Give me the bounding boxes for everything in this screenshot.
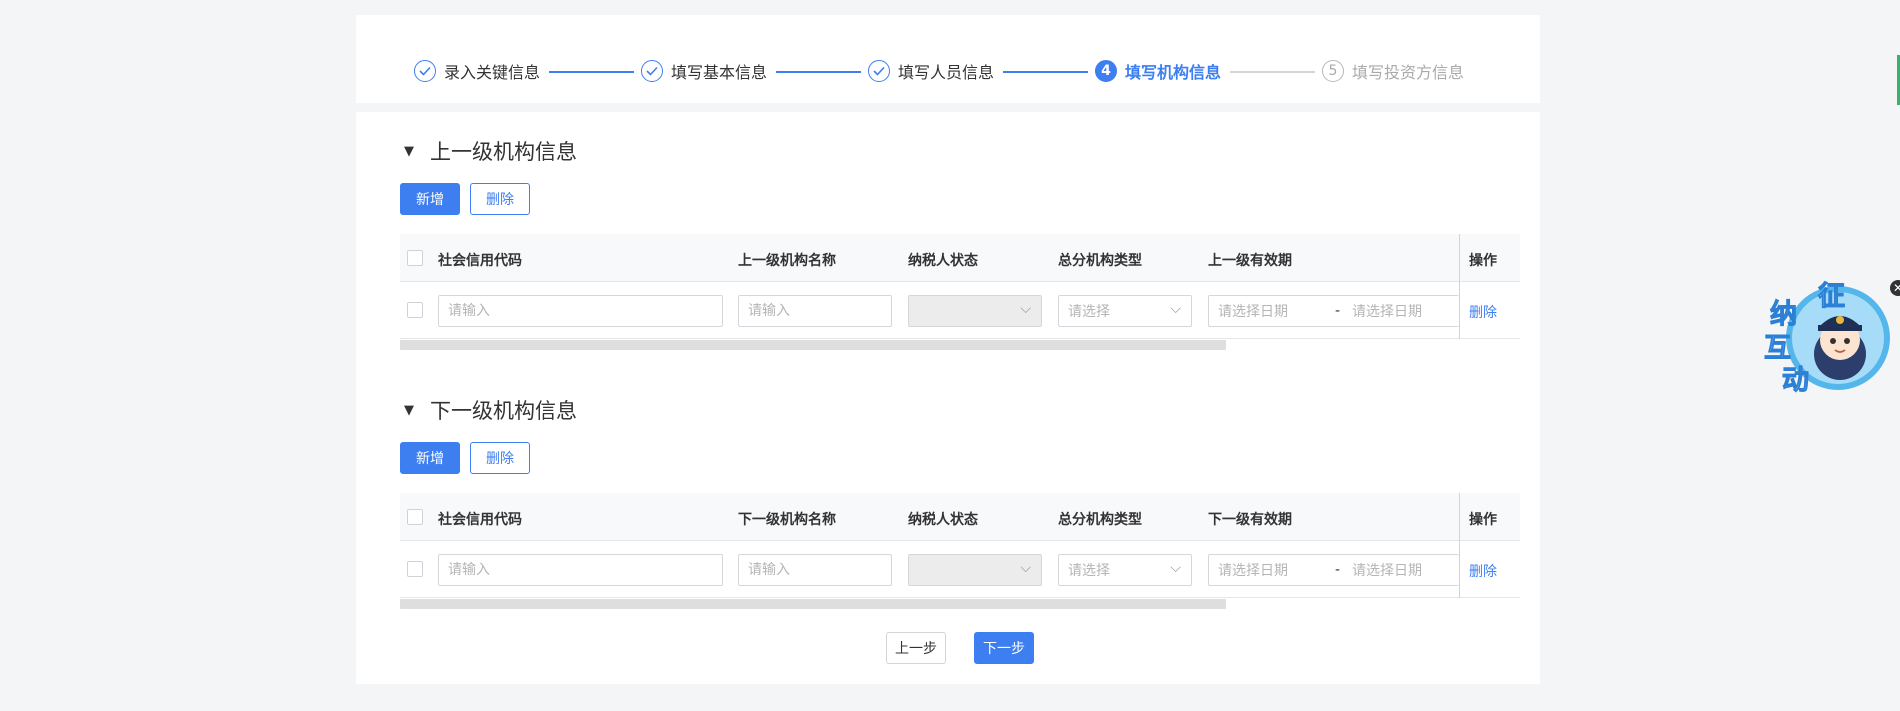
section-title: 上一级机构信息 <box>430 140 577 164</box>
horizontal-scrollbar[interactable] <box>400 599 1226 609</box>
next-step-button[interactable]: 下一步 <box>974 632 1034 664</box>
start-date-field[interactable]: 请选择日期 <box>1218 560 1288 580</box>
chevron-down-icon: ⌵ <box>1170 301 1181 317</box>
lower-section-toggle[interactable]: ▼ 下一级机构信息 <box>404 395 577 425</box>
column-header: 社会信用代码 <box>438 253 522 269</box>
step-label: 填写投资方信息 <box>1352 63 1465 82</box>
upper-section-toggle[interactable]: ▼ 上一级机构信息 <box>404 136 577 166</box>
credit-code-input[interactable] <box>438 295 723 327</box>
check-icon <box>868 60 890 82</box>
delete-lower-button[interactable]: 删除 <box>470 442 530 474</box>
chevron-down-icon: ⌵ <box>1020 560 1031 576</box>
row-delete-link[interactable]: 删除 <box>1469 561 1497 581</box>
check-icon <box>641 60 663 82</box>
horizontal-scrollbar[interactable] <box>400 340 1226 350</box>
validity-date-range[interactable]: 请选择日期 - 请选择日期 <box>1208 554 1459 586</box>
start-date-field[interactable]: 请选择日期 <box>1218 301 1288 321</box>
table-row: ⌵ 请选择 ⌵ 请选择日期 - 请选择日期 删除 <box>400 541 1520 598</box>
column-header: 纳税人状态 <box>908 253 978 269</box>
step-label: 填写人员信息 <box>898 63 995 82</box>
validity-date-range[interactable]: 请选择日期 - 请选择日期 <box>1208 295 1459 327</box>
column-header: 总分机构类型 <box>1058 512 1142 528</box>
assistant-badge[interactable]: 征 纳 互 动 <box>1760 270 1890 400</box>
row-checkbox[interactable] <box>407 302 423 318</box>
section-title: 下一级机构信息 <box>430 399 577 423</box>
fixed-column-divider <box>1459 234 1460 339</box>
assistant-char: 动 <box>1782 365 1810 397</box>
table-header: 社会信用代码 上一级机构名称 纳税人状态 总分机构类型 上一级有效期 操作 <box>400 234 1520 282</box>
caret-down-icon: ▼ <box>404 402 414 418</box>
step-4-active: 4 填写机构信息 <box>1095 59 1221 83</box>
caret-down-icon: ▼ <box>404 143 414 159</box>
step-1: 录入关键信息 <box>414 59 540 83</box>
select-all-checkbox[interactable] <box>407 509 423 525</box>
step-label: 填写机构信息 <box>1125 63 1222 82</box>
column-header: 操作 <box>1469 253 1497 269</box>
fixed-column-divider <box>1459 493 1460 598</box>
assistant-char: 征 <box>1818 281 1846 313</box>
step-connector <box>549 71 634 73</box>
chevron-down-icon: ⌵ <box>1020 301 1031 317</box>
column-header: 总分机构类型 <box>1058 253 1142 269</box>
step-connector <box>1003 71 1088 73</box>
row-delete-link[interactable]: 删除 <box>1469 302 1497 322</box>
step-connector <box>1230 71 1315 73</box>
org-name-input[interactable] <box>738 554 892 586</box>
column-header: 社会信用代码 <box>438 512 522 528</box>
close-icon[interactable]: ✕ <box>1890 280 1900 296</box>
taxpayer-status-select[interactable]: ⌵ <box>908 295 1042 327</box>
step-number-circle: 4 <box>1095 60 1117 82</box>
step-2: 填写基本信息 <box>641 59 767 83</box>
end-date-field[interactable]: 请选择日期 <box>1352 560 1422 580</box>
progress-steps-card: 录入关键信息 填写基本信息 填写人员信息 4 填写机构信息 5 填写投资方信息 <box>356 15 1540 103</box>
step-3: 填写人员信息 <box>868 59 994 83</box>
column-header: 操作 <box>1469 512 1497 528</box>
prev-step-button[interactable]: 上一步 <box>886 632 946 664</box>
credit-code-input[interactable] <box>438 554 723 586</box>
add-upper-button[interactable]: 新增 <box>400 183 460 215</box>
add-lower-button[interactable]: 新增 <box>400 442 460 474</box>
org-type-select[interactable]: 请选择 ⌵ <box>1058 554 1192 586</box>
org-name-input[interactable] <box>738 295 892 327</box>
upper-org-table: 社会信用代码 上一级机构名称 纳税人状态 总分机构类型 上一级有效期 操作 ⌵ … <box>400 234 1520 354</box>
row-checkbox[interactable] <box>407 561 423 577</box>
step-number-circle: 5 <box>1322 60 1344 82</box>
date-separator: - <box>1335 562 1341 578</box>
org-info-card: ▼ 上一级机构信息 新增 删除 社会信用代码 上一级机构名称 纳税人状态 总分机… <box>356 112 1540 684</box>
step-label: 填写基本信息 <box>671 63 768 82</box>
table-header: 社会信用代码 下一级机构名称 纳税人状态 总分机构类型 下一级有效期 操作 <box>400 493 1520 541</box>
lower-org-table: 社会信用代码 下一级机构名称 纳税人状态 总分机构类型 下一级有效期 操作 ⌵ … <box>400 493 1520 613</box>
column-header: 上一级有效期 <box>1208 253 1292 269</box>
step-5-pending: 5 填写投资方信息 <box>1322 59 1464 83</box>
column-header: 上一级机构名称 <box>738 253 836 269</box>
step-label: 录入关键信息 <box>444 63 541 82</box>
org-type-select[interactable]: 请选择 ⌵ <box>1058 295 1192 327</box>
table-row: ⌵ 请选择 ⌵ 请选择日期 - 请选择日期 删除 <box>400 282 1520 339</box>
date-separator: - <box>1335 303 1341 319</box>
column-header: 纳税人状态 <box>908 512 978 528</box>
chevron-down-icon: ⌵ <box>1170 560 1181 576</box>
check-icon <box>414 60 436 82</box>
taxpayer-status-select[interactable]: ⌵ <box>908 554 1042 586</box>
column-header: 下一级有效期 <box>1208 512 1292 528</box>
column-header: 下一级机构名称 <box>738 512 836 528</box>
select-all-checkbox[interactable] <box>407 250 423 266</box>
delete-upper-button[interactable]: 删除 <box>470 183 530 215</box>
end-date-field[interactable]: 请选择日期 <box>1352 301 1422 321</box>
step-connector <box>776 71 861 73</box>
